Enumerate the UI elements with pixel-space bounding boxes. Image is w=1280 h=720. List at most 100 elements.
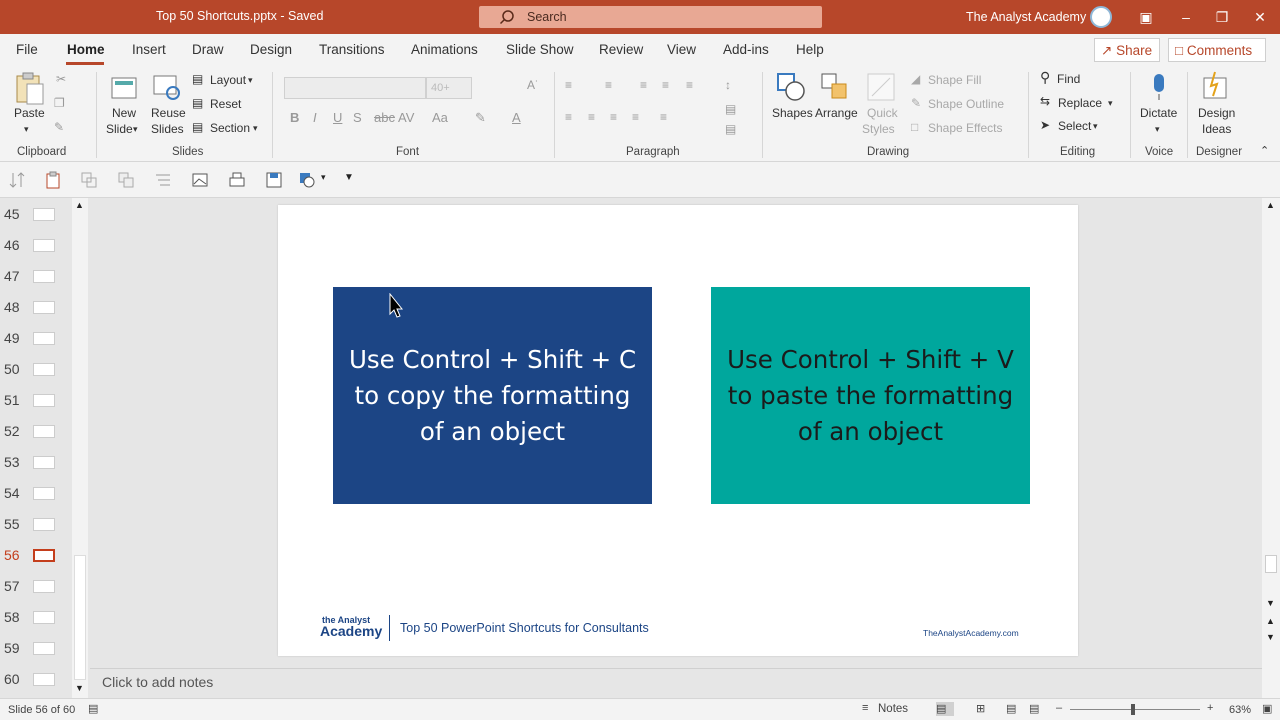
slide-thumbnail[interactable]: [33, 580, 55, 593]
slide-thumbnail[interactable]: [33, 487, 55, 500]
slide-number[interactable]: 56: [4, 547, 20, 563]
align-right-icon[interactable]: ≡: [610, 110, 617, 125]
new-slide-label-2[interactable]: Slide: [106, 122, 133, 137]
slide-number[interactable]: 54: [4, 485, 20, 501]
numbering-icon[interactable]: ≡: [605, 78, 612, 93]
align-center-icon[interactable]: ≡: [588, 110, 595, 125]
share-button[interactable]: ↗ Share: [1094, 38, 1160, 62]
quick-styles-icon[interactable]: [866, 72, 896, 102]
zoom-slider-thumb[interactable]: [1131, 704, 1135, 715]
paste-format-textbox[interactable]: Use Control + Shift + V to paste the for…: [711, 287, 1030, 504]
paste-label[interactable]: Paste: [14, 106, 45, 121]
slide-number[interactable]: 47: [4, 268, 20, 284]
clipboard-icon[interactable]: [44, 171, 62, 189]
select-icon[interactable]: ➤: [1040, 118, 1050, 133]
normal-view-icon[interactable]: ▤: [936, 702, 954, 716]
tab-slide-show[interactable]: Slide Show: [506, 42, 574, 57]
justify-icon[interactable]: ≡: [632, 110, 639, 125]
slide-number[interactable]: 58: [4, 609, 20, 625]
close-icon[interactable]: ✕: [1250, 7, 1270, 27]
slide-thumbnail[interactable]: [33, 394, 55, 407]
chevron-down-icon[interactable]: ▾: [1155, 122, 1160, 137]
chevron-down-icon[interactable]: ▾: [24, 122, 29, 137]
reuse-label-1[interactable]: Reuse: [151, 106, 186, 121]
design-ideas-icon[interactable]: [1201, 70, 1231, 102]
replace-label[interactable]: Replace: [1058, 96, 1102, 111]
comments-button[interactable]: □ Comments: [1168, 38, 1266, 62]
text-direction-icon[interactable]: ↕: [725, 78, 731, 93]
design-ideas-label-1[interactable]: Design: [1198, 106, 1235, 121]
format-painter-icon[interactable]: ✎: [54, 120, 64, 135]
chevron-down-icon[interactable]: ▾: [1093, 119, 1098, 134]
bullets-icon[interactable]: ≡: [565, 78, 572, 93]
arrange-label[interactable]: Arrange: [815, 106, 858, 121]
next-slide-icon[interactable]: ▼: [1266, 632, 1275, 642]
slide-thumbnail[interactable]: [33, 239, 55, 252]
reset-label[interactable]: Reset: [210, 97, 241, 112]
notes-pane[interactable]: Click to add notes: [90, 668, 1262, 698]
tab-review[interactable]: Review: [599, 42, 643, 57]
new-slide-icon[interactable]: [110, 74, 140, 102]
increase-indent-icon[interactable]: ≡: [662, 78, 669, 93]
tab-file[interactable]: File: [16, 42, 38, 57]
scroll-down-icon[interactable]: ▼: [75, 683, 84, 693]
ribbon-display-icon[interactable]: ▣: [1136, 7, 1156, 27]
italic-icon[interactable]: I: [313, 110, 317, 125]
group-icon[interactable]: [80, 171, 98, 189]
design-ideas-label-2[interactable]: Ideas: [1202, 122, 1231, 137]
microphone-icon[interactable]: [1149, 72, 1169, 102]
slide-number[interactable]: 49: [4, 330, 20, 346]
scroll-up-icon[interactable]: ▲: [75, 200, 84, 210]
reuse-label-2[interactable]: Slides: [151, 122, 184, 137]
notes-button[interactable]: Notes: [878, 703, 908, 715]
replace-icon[interactable]: ⇆: [1040, 94, 1050, 109]
columns-icon[interactable]: ≡: [660, 110, 667, 125]
minimize-icon[interactable]: –: [1176, 7, 1196, 27]
tab-view[interactable]: View: [667, 42, 696, 57]
fit-to-window-icon[interactable]: ▣: [1262, 702, 1278, 716]
slide-number[interactable]: 59: [4, 640, 20, 656]
slide-number[interactable]: 50: [4, 361, 20, 377]
slide-thumbnail[interactable]: [33, 673, 55, 686]
slide-number[interactable]: 53: [4, 454, 20, 470]
align-left-icon[interactable]: ≡: [565, 110, 572, 125]
zoom-level[interactable]: 63%: [1229, 704, 1251, 716]
chevron-down-icon[interactable]: ▾: [133, 122, 138, 137]
slide-thumbnail[interactable]: [33, 456, 55, 469]
layout-label[interactable]: Layout: [210, 73, 246, 88]
increase-font-icon[interactable]: A˙: [527, 78, 539, 93]
tab-add-ins[interactable]: Add-ins: [723, 42, 769, 57]
tab-animations[interactable]: Animations: [411, 42, 478, 57]
slideshow-icon[interactable]: ▤: [1029, 702, 1045, 716]
slide-thumbnail[interactable]: [33, 611, 55, 624]
canvas-scrollbar[interactable]: ▲ ▼ ▲ ▼: [1262, 198, 1280, 698]
slide-thumbnail[interactable]: [33, 208, 55, 221]
cut-icon[interactable]: ✂: [56, 72, 66, 87]
scroll-down-icon[interactable]: ▼: [1266, 598, 1275, 608]
slide-thumbnail[interactable]: [33, 332, 55, 345]
shape-effects-icon[interactable]: □: [911, 120, 918, 135]
select-label[interactable]: Select: [1058, 119, 1091, 134]
dictate-label[interactable]: Dictate: [1140, 106, 1177, 121]
save-as-icon[interactable]: [265, 171, 283, 189]
shape-fill-label[interactable]: Shape Fill: [928, 73, 981, 88]
scroll-thumb[interactable]: [74, 555, 86, 680]
slide-number[interactable]: 51: [4, 392, 20, 408]
print-icon[interactable]: [228, 171, 246, 189]
underline-icon[interactable]: U: [333, 110, 342, 125]
user-name[interactable]: The Analyst Academy: [966, 10, 1086, 24]
shape-outline-label[interactable]: Shape Outline: [928, 97, 1004, 112]
slide-number[interactable]: 48: [4, 299, 20, 315]
change-case-icon[interactable]: Aa: [432, 110, 448, 125]
slide-number[interactable]: 60: [4, 671, 20, 687]
reuse-slides-icon[interactable]: [152, 74, 182, 102]
tab-insert[interactable]: Insert: [132, 42, 166, 57]
slide-thumbnail[interactable]: [33, 363, 55, 376]
slide-number[interactable]: 55: [4, 516, 20, 532]
reading-view-icon[interactable]: ▤: [1006, 702, 1022, 716]
restore-icon[interactable]: ❐: [1212, 7, 1232, 27]
avatar[interactable]: [1090, 6, 1112, 28]
sort-icon[interactable]: [8, 171, 26, 189]
shape-icon[interactable]: [298, 171, 316, 189]
slide-number[interactable]: 45: [4, 206, 20, 222]
